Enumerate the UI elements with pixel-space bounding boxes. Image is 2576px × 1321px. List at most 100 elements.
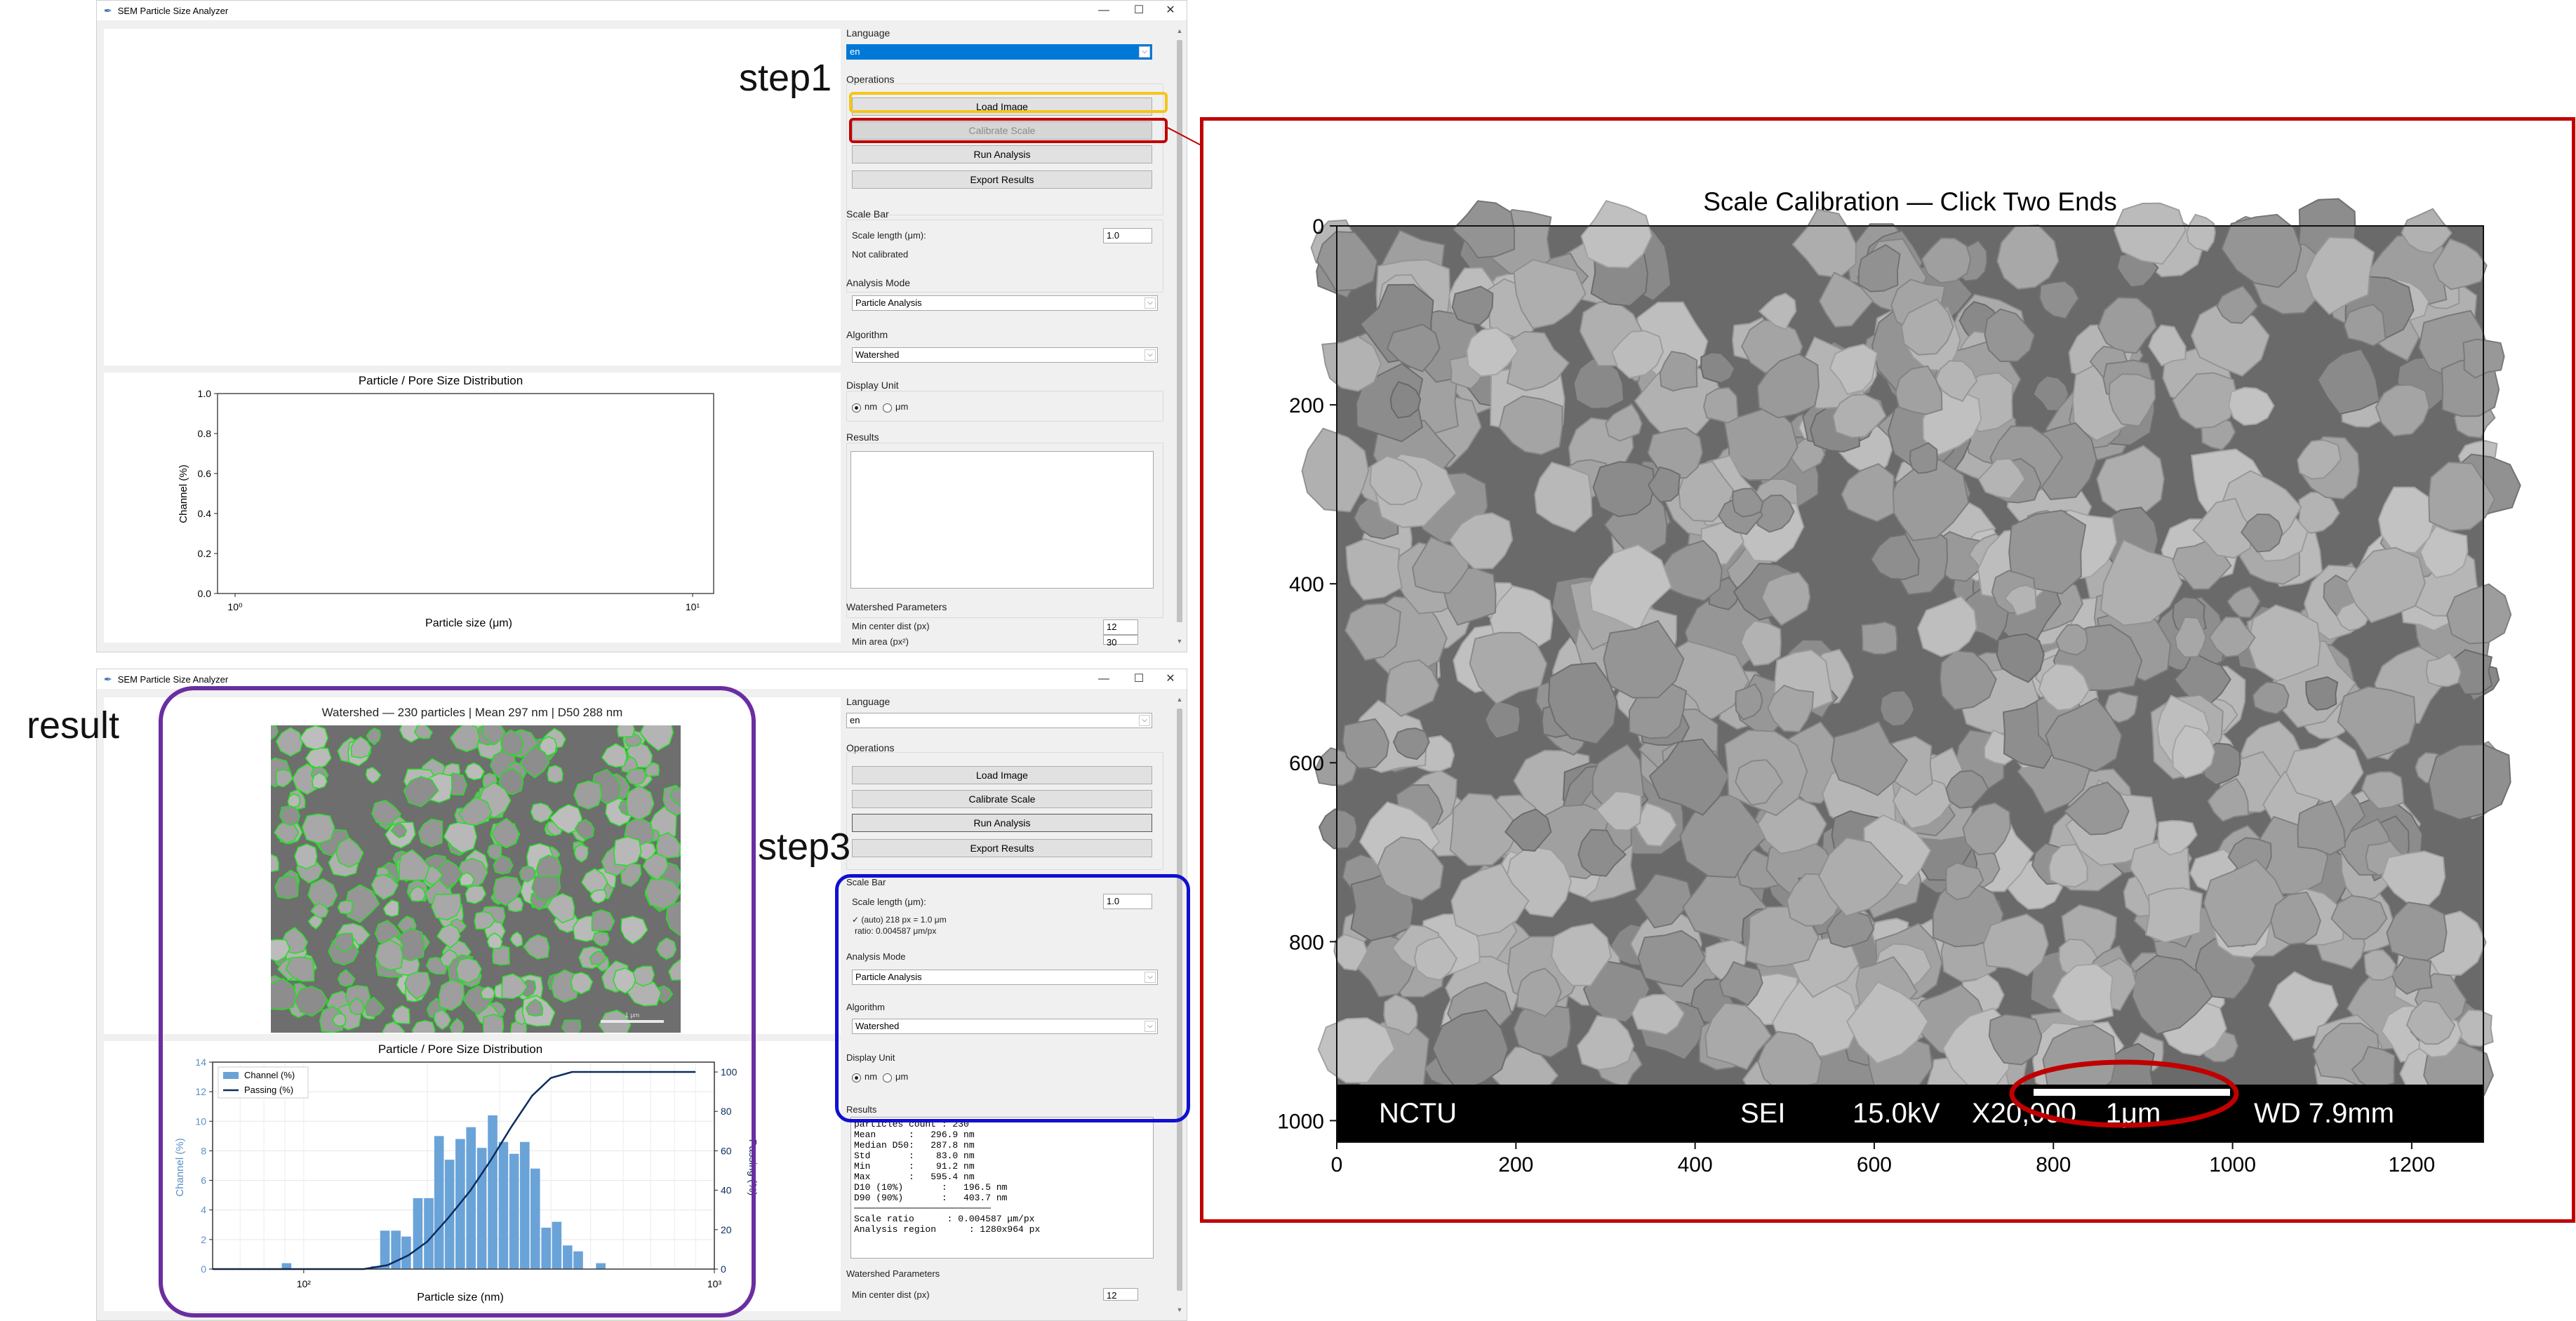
- y-tick-label: 0.2: [198, 548, 212, 559]
- calibrate-scale-button[interactable]: Calibrate Scale: [852, 790, 1152, 808]
- language-select[interactable]: en ⌵: [846, 713, 1152, 728]
- x-tick-label: 1200: [2389, 1153, 2436, 1176]
- run-analysis-button[interactable]: Run Analysis: [852, 814, 1152, 832]
- sem-image[interactable]: [1301, 198, 2521, 1143]
- scroll-down-arrow: ▼: [1176, 638, 1183, 645]
- algorithm-value: Watershed: [855, 349, 900, 360]
- min-center-dist-input[interactable]: 12: [1103, 1288, 1138, 1301]
- sem-info-banner: NCTU SEI 15.0kV X20,000 1μm WD 7.9mm: [1337, 1085, 2483, 1142]
- particle: [2305, 676, 2339, 711]
- scale-length-input[interactable]: 1.0: [1103, 228, 1152, 243]
- results-text: particles count : 230 Mean : 296.9 nm Me…: [854, 1119, 1041, 1235]
- load-image-button[interactable]: Load Image: [852, 766, 1152, 784]
- analysis-mode-select[interactable]: Particle Analysis ⌵: [852, 295, 1158, 311]
- min-center-dist-input[interactable]: 12: [1103, 619, 1138, 635]
- minimize-button[interactable]: —: [1086, 1, 1121, 20]
- x-tick-label: 200: [1498, 1153, 1533, 1176]
- unit-um-label: μm: [895, 401, 909, 412]
- results-textbox[interactable]: particles count : 230 Mean : 296.9 nm Me…: [850, 1117, 1154, 1259]
- chart-title: Particle / Pore Size Distribution: [359, 374, 523, 387]
- y-ticks: 0.0 0.2 0.4 0.6 0.8 1.0: [198, 388, 218, 599]
- chevron-down-icon: ⌵: [1144, 297, 1156, 309]
- language-label: Language: [846, 27, 890, 39]
- particle: [1318, 808, 1358, 850]
- chevron-down-icon: ⌵: [1139, 715, 1150, 726]
- scroll-down-arrow: ▼: [1176, 1306, 1183, 1313]
- y-tick-label: 0: [1312, 215, 1324, 239]
- chevron-down-icon: ⌵: [1139, 46, 1150, 58]
- language-select[interactable]: en ⌵: [846, 44, 1152, 60]
- results-textbox-empty[interactable]: [850, 451, 1154, 589]
- watershed-params-label: Watershed Parameters: [846, 1268, 940, 1279]
- language-label: Language: [846, 696, 890, 707]
- x-tick-label: 10¹: [686, 601, 700, 612]
- algorithm-label: Algorithm: [846, 329, 888, 340]
- banner-wd: WD 7.9mm: [2254, 1098, 2394, 1129]
- x-tick-label: 800: [2036, 1153, 2071, 1176]
- banner-mode: SEI: [1740, 1098, 1785, 1129]
- x-tick-label: 10⁰: [227, 601, 243, 612]
- scroll-up-arrow: ▲: [1176, 27, 1183, 34]
- display-unit-label: Display Unit: [846, 380, 899, 391]
- y-tick-label: 400: [1289, 573, 1324, 596]
- scroll-up-arrow: ▲: [1176, 696, 1183, 703]
- x-tick-label: 600: [1857, 1153, 1892, 1176]
- maximize-button[interactable]: ☐: [1121, 1, 1156, 20]
- y-tick-label: 0.8: [198, 428, 212, 439]
- x-tick-label: 1000: [2209, 1153, 2256, 1176]
- window-title: SEM Particle Size Analyzer: [117, 673, 229, 685]
- y-tick-label: 1.0: [198, 388, 212, 399]
- title-bar: ✒ SEM Particle Size Analyzer: [97, 1, 1187, 20]
- analysis-mode-value: Particle Analysis: [855, 297, 922, 308]
- scale-length-label: Scale length (μm):: [852, 230, 926, 241]
- image-canvas-empty: [104, 29, 841, 366]
- unit-nm-radio[interactable]: [852, 403, 861, 413]
- y-tick-label: 1000: [1277, 1110, 1324, 1133]
- window-title: SEM Particle Size Analyzer: [117, 5, 229, 16]
- maximize-button[interactable]: ☐: [1121, 669, 1156, 689]
- min-area-input[interactable]: 30: [1103, 635, 1138, 648]
- y-tick-label: 0.0: [198, 588, 212, 599]
- y-tick-label: 0.4: [198, 508, 212, 519]
- y-tick-label: 0.6: [198, 468, 212, 479]
- particle: [2428, 744, 2511, 821]
- step3-label: step3: [758, 826, 851, 868]
- app-feather-icon: ✒: [104, 4, 112, 16]
- particle: [1451, 286, 1494, 326]
- particle: [1702, 387, 1739, 424]
- min-center-dist-label: Min center dist (px): [852, 1289, 930, 1300]
- display-unit-section: [846, 391, 1163, 422]
- export-results-button[interactable]: Export Results: [852, 170, 1152, 189]
- minimize-button[interactable]: —: [1086, 669, 1121, 689]
- result-label: result: [27, 704, 120, 746]
- empty-distribution-plot: Particle / Pore Size Distribution 0.0 0.2…: [178, 374, 714, 629]
- export-results-button[interactable]: Export Results: [852, 839, 1152, 857]
- calibration-status: Not calibrated: [852, 249, 909, 260]
- x-ticks: 10⁰ 10¹: [227, 594, 700, 612]
- close-button[interactable]: ✕: [1153, 1, 1188, 20]
- plot-frame: [217, 393, 714, 594]
- x-ticks: 0 200 400 600 800 1000 1200: [1331, 1142, 2436, 1176]
- unit-um-radio[interactable]: [883, 403, 892, 413]
- x-tick-label: 400: [1678, 1153, 1713, 1176]
- algorithm-select[interactable]: Watershed ⌵: [852, 347, 1158, 363]
- particle: [2144, 887, 2203, 944]
- y-axis-label: Channel (%): [178, 464, 189, 523]
- min-center-dist-label: Min center dist (px): [852, 621, 930, 631]
- scale-bar-label: Scale Bar: [846, 208, 889, 220]
- y-tick-label: 800: [1289, 931, 1324, 954]
- calibration-window: Scale Calibration — Click Two Ends NCTU …: [1200, 117, 2575, 1223]
- calibration-title: Scale Calibration — Click Two Ends: [1703, 187, 2117, 216]
- banner-lab: NCTU: [1379, 1098, 1457, 1129]
- analysis-mode-label: Analysis Mode: [846, 277, 911, 288]
- close-button[interactable]: ✕: [1153, 669, 1188, 689]
- language-value: en: [850, 46, 860, 57]
- distribution-chart-empty: Particle / Pore Size Distribution 0.0 0.2…: [104, 373, 841, 643]
- language-value: en: [850, 715, 860, 725]
- y-tick-label: 200: [1289, 394, 1324, 417]
- run-analysis-button[interactable]: Run Analysis: [852, 145, 1152, 163]
- calibration-figure: Scale Calibration — Click Two Ends NCTU …: [1277, 187, 2521, 1176]
- y-tick-label: 600: [1289, 752, 1324, 775]
- chevron-down-icon: ⌵: [1144, 349, 1156, 361]
- step2-source-highlight: [849, 118, 1168, 143]
